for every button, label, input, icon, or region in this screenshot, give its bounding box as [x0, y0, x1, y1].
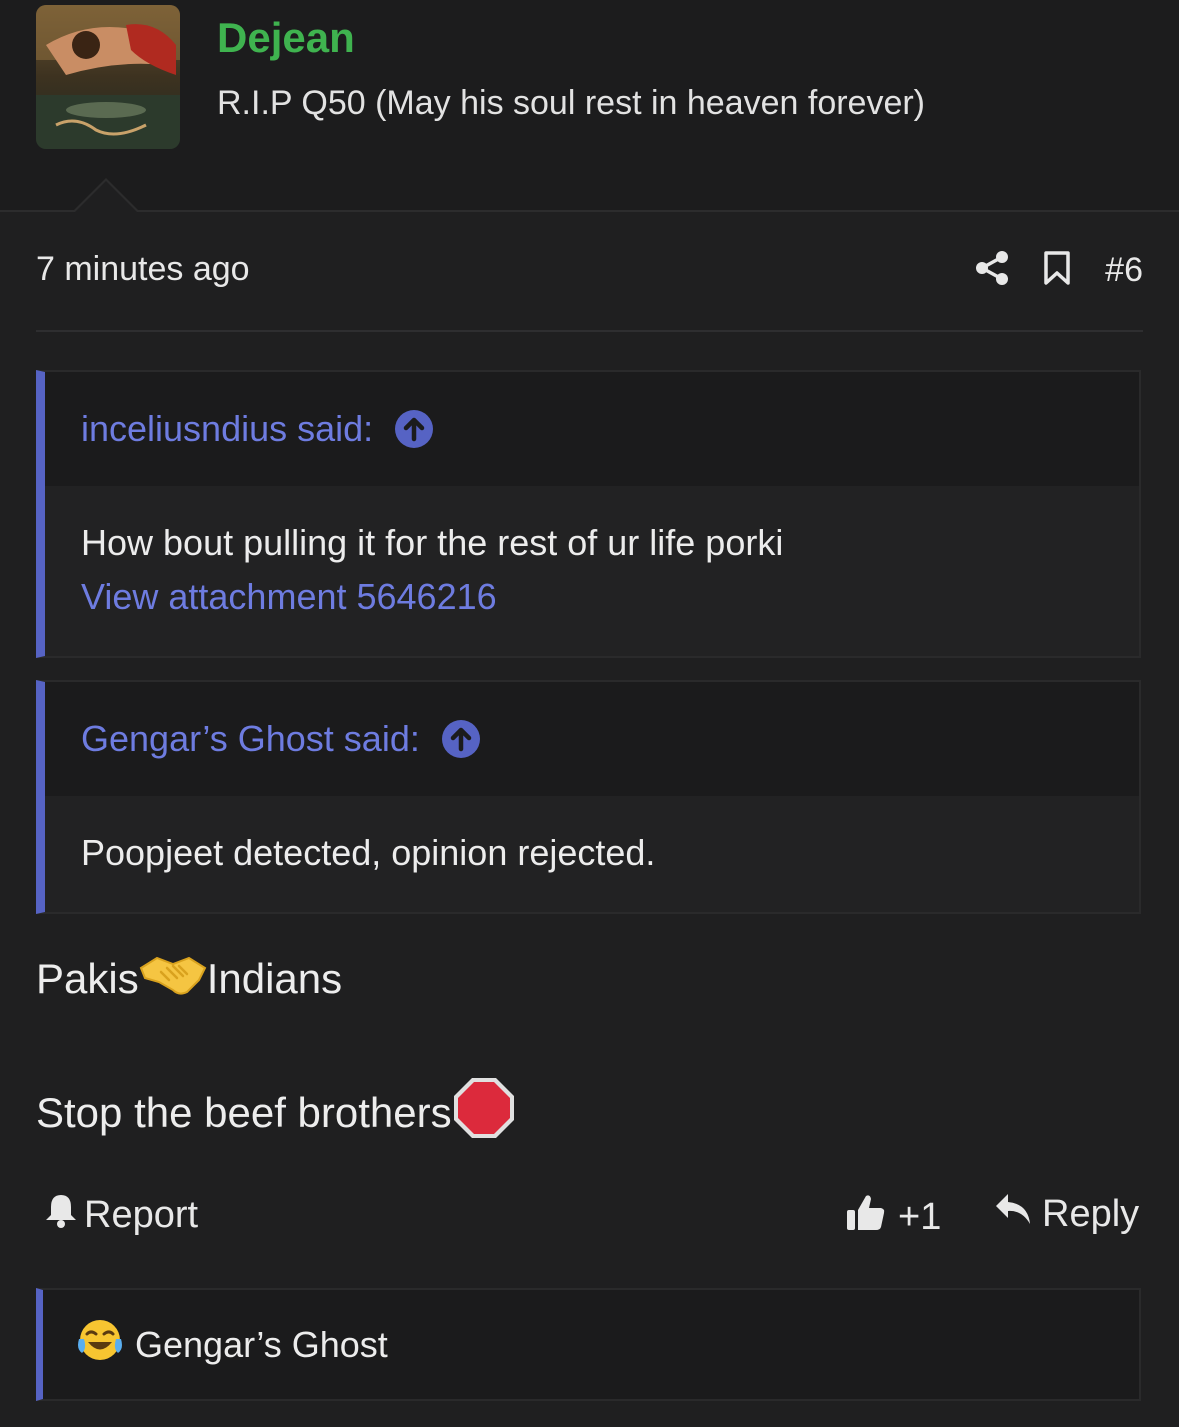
- report-button[interactable]: Report: [44, 1192, 198, 1238]
- reactions-bar[interactable]: Gengar’s Ghost: [36, 1288, 1141, 1401]
- quote-body: Poopjeet detected, opinion rejected.: [45, 796, 1139, 874]
- arrow-up-icon[interactable]: [395, 410, 434, 448]
- arrow-up-icon[interactable]: [441, 720, 480, 758]
- quote-header: Gengar’s Ghost said:: [45, 682, 1139, 796]
- user-block: Dejean R.I.P Q50 (May his soul rest in h…: [0, 0, 1179, 212]
- post-text-line: Stop the beef brothers: [36, 1076, 516, 1150]
- post-text: Pakis: [36, 955, 139, 1002]
- username[interactable]: Dejean: [217, 14, 355, 62]
- avatar[interactable]: [36, 5, 180, 149]
- thumbs-up-icon: [846, 1192, 886, 1242]
- share-icon[interactable]: [975, 250, 1009, 291]
- crying-laughing-icon: [77, 1317, 123, 1372]
- divider: [36, 330, 1143, 332]
- bookmark-icon[interactable]: [1043, 250, 1071, 291]
- post-number[interactable]: #6: [1105, 251, 1143, 290]
- post-page: Dejean R.I.P Q50 (May his soul rest in h…: [0, 0, 1179, 1427]
- user-title: R.I.P Q50 (May his soul rest in heaven f…: [217, 84, 926, 122]
- reply-icon: [994, 1192, 1032, 1236]
- bell-icon: [44, 1192, 78, 1238]
- quote-author[interactable]: inceliusndius said:: [81, 408, 373, 450]
- quote-block: Gengar’s Ghost said: Poopjeet detected, …: [36, 680, 1141, 914]
- like-button[interactable]: +1: [846, 1192, 941, 1242]
- stop-sign-icon: [452, 1076, 516, 1150]
- quote-text: Poopjeet detected, opinion rejected.: [81, 832, 656, 873]
- post-meta-actions: #6: [975, 248, 1143, 292]
- like-count: +1: [898, 1195, 942, 1238]
- quote-author[interactable]: Gengar’s Ghost said:: [81, 718, 420, 760]
- reply-label: Reply: [1042, 1192, 1140, 1235]
- quote-block: inceliusndius said: How bout pulling it …: [36, 370, 1141, 658]
- attachment-link[interactable]: View attachment 5646216: [81, 576, 1103, 618]
- avatar-image: [36, 5, 180, 149]
- post-text-line: Pakis Indians: [36, 950, 342, 1008]
- quote-body: How bout pulling it for the rest of ur l…: [45, 486, 1139, 618]
- reply-button[interactable]: Reply: [994, 1192, 1139, 1236]
- post-text: Stop the beef brothers: [36, 1089, 452, 1136]
- user-block-caret-inner: [74, 181, 138, 213]
- post-text: Indians: [206, 955, 343, 1002]
- report-label: Report: [84, 1193, 199, 1236]
- quote-text: How bout pulling it for the rest of ur l…: [81, 522, 784, 563]
- reaction-user[interactable]: Gengar’s Ghost: [135, 1324, 388, 1366]
- quote-header: inceliusndius said:: [45, 372, 1139, 486]
- handshake-icon: [139, 950, 207, 1008]
- post-timestamp[interactable]: 7 minutes ago: [36, 250, 250, 289]
